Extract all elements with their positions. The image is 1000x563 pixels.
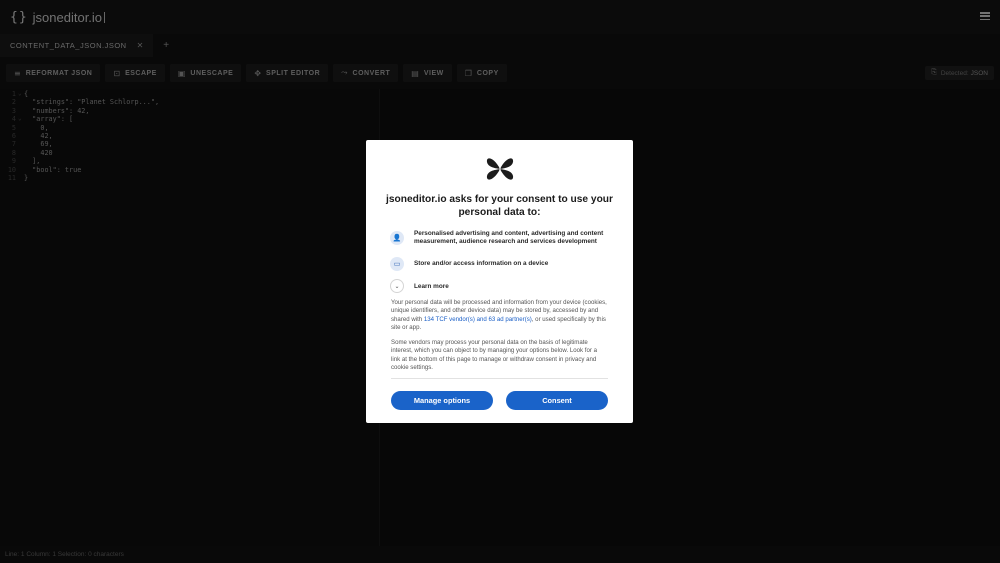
learn-more-label: Learn more — [414, 282, 449, 290]
learn-more-toggle[interactable]: ⌄ Learn more — [390, 279, 449, 293]
chevron-down-icon: ⌄ — [390, 279, 404, 293]
manage-options-button[interactable]: Manage options — [391, 391, 493, 410]
consent-button[interactable]: Consent — [506, 391, 608, 410]
consent-dialog: jsoneditor.io asks for your consent to u… — [366, 140, 633, 423]
consent-paragraph-2: Some vendors may process your personal d… — [391, 339, 597, 371]
person-icon: 👤 — [390, 231, 404, 245]
divider — [391, 378, 608, 379]
consent-title: jsoneditor.io asks for your consent to u… — [386, 194, 613, 218]
vendors-link[interactable]: 134 TCF vendor(s) and 63 ad partner(s) — [424, 316, 532, 323]
purpose-advertising: 👤 Personalised advertising and content, … — [390, 230, 610, 246]
butterfly-logo-icon — [486, 158, 514, 180]
purpose-text: Personalised advertising and content, ad… — [414, 230, 604, 245]
purpose-storage: ▭ Store and/or access information on a d… — [390, 257, 610, 271]
purpose-text: Store and/or access information on a dev… — [414, 260, 549, 267]
device-icon: ▭ — [390, 257, 404, 271]
consent-paragraph-1: Your personal data will be processed and… — [391, 299, 607, 332]
